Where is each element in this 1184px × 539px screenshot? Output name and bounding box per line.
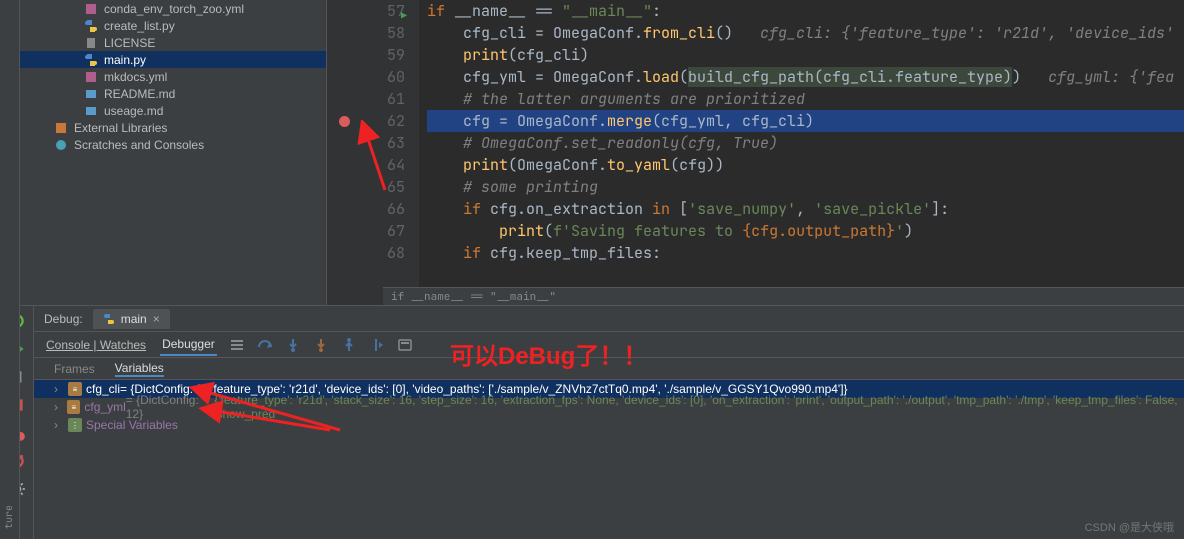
tree-item-main-py[interactable]: main.py: [20, 51, 326, 68]
py-icon: [84, 19, 98, 33]
subtab-frames[interactable]: Frames: [54, 362, 95, 376]
tab-debugger[interactable]: Debugger: [160, 334, 217, 356]
yml-icon: [84, 2, 98, 16]
editor-breadcrumb[interactable]: if __name__ == "__main__": [383, 287, 1184, 305]
expand-icon[interactable]: ›: [54, 400, 67, 414]
watermark: CSDN @是大侠哦: [1085, 519, 1174, 535]
expand-icon[interactable]: ›: [54, 382, 68, 396]
tree-item-mkdocs-yml[interactable]: mkdocs.yml: [20, 68, 326, 85]
evaluate-icon[interactable]: [397, 337, 413, 353]
debug-run-tab[interactable]: main ×: [93, 309, 170, 329]
tab-console[interactable]: Console | Watches: [44, 335, 148, 355]
library-icon: [54, 121, 68, 135]
tree-item-useage-md[interactable]: useage.md: [20, 102, 326, 119]
md-icon: [84, 87, 98, 101]
step-into-my-icon[interactable]: [313, 337, 329, 353]
structure-tool-label[interactable]: ture: [2, 505, 15, 529]
tree-item-README-md[interactable]: README.md: [20, 85, 326, 102]
run-to-cursor-icon[interactable]: [369, 337, 385, 353]
expand-icon[interactable]: ›: [54, 418, 68, 432]
close-icon[interactable]: ×: [153, 312, 160, 326]
yml-icon: [84, 70, 98, 84]
tree-item-LICENSE[interactable]: LICENSE: [20, 34, 326, 51]
gutter-breakpoints[interactable]: [327, 0, 363, 305]
gutter-line-numbers: 57▶5859606162636465666768: [363, 0, 419, 305]
tree-item-create_list-py[interactable]: create_list.py: [20, 17, 326, 34]
py-icon: [84, 53, 98, 67]
breakpoint-icon[interactable]: [339, 116, 350, 127]
scratch-icon: [54, 138, 68, 152]
txt-icon: [84, 36, 98, 50]
step-out-icon[interactable]: [341, 337, 357, 353]
project-tree[interactable]: conda_env_torch_zoo.ymlcreate_list.pyLIC…: [20, 0, 327, 305]
step-over-icon[interactable]: [257, 337, 273, 353]
tree-item-conda_env_torch_zoo-yml[interactable]: conda_env_torch_zoo.yml: [20, 0, 326, 17]
debug-header: Debug: main ×: [34, 306, 1184, 332]
debug-title: Debug:: [44, 312, 83, 326]
left-tool-strip[interactable]: ture: [0, 0, 20, 539]
threads-icon[interactable]: [229, 337, 245, 353]
variables-area[interactable]: ›≡cfg_cli = {DictConfig: 3} {'feature_ty…: [34, 380, 1184, 539]
var-row-cfg_yml[interactable]: ›≡cfg_yml = {DictConfig: 12} {'feature_t…: [34, 398, 1184, 416]
code-editor[interactable]: 57▶5859606162636465666768 if __name__ ==…: [327, 0, 1184, 305]
code-area[interactable]: if __name__ == "__main__": cfg_cli = Ome…: [419, 0, 1184, 305]
annotation-text: 可以DeBug了！！: [450, 336, 647, 371]
step-into-icon[interactable]: [285, 337, 301, 353]
tree-scratches[interactable]: Scratches and Consoles: [20, 136, 326, 153]
python-icon: [103, 313, 115, 325]
tree-external-libraries[interactable]: External Libraries: [20, 119, 326, 136]
subtab-variables[interactable]: Variables: [115, 361, 164, 377]
md-icon: [84, 104, 98, 118]
